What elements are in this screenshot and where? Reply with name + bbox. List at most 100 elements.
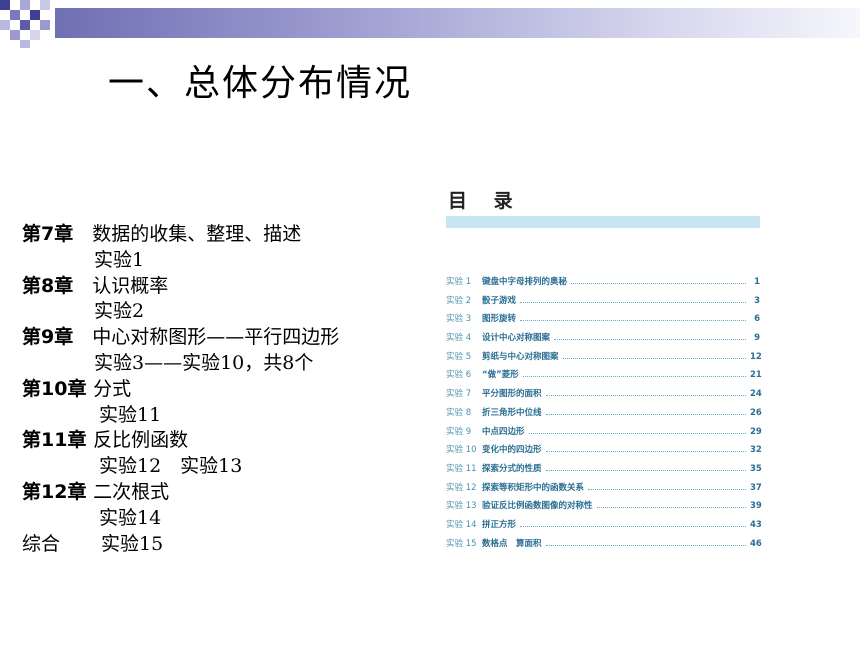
leader-dots <box>545 408 746 415</box>
leader-dots <box>545 464 746 471</box>
entry-number: 实验 14 <box>446 519 477 530</box>
entry-page: 6 <box>754 314 760 325</box>
contents-entry: 实验 12 探索等积矩形中的函数关系 37 <box>446 479 762 498</box>
entry-page: 21 <box>750 370 762 381</box>
chapter-line: 第9章 中心对称图形——平行四边形 <box>22 325 339 351</box>
banner-square <box>40 0 50 10</box>
contents-entry: 实验 4 设计中心对称图案 9 <box>446 329 760 348</box>
entry-page: 3 <box>754 295 760 306</box>
banner-square <box>30 10 40 20</box>
entry-page: 26 <box>750 407 762 418</box>
entry-page: 46 <box>750 538 762 549</box>
entry-number: 实验 3 <box>446 314 472 325</box>
entry-number: 实验 6 <box>446 370 472 381</box>
entry-number: 实验 10 <box>446 445 477 456</box>
leader-dots <box>554 333 746 341</box>
entry-page: 24 <box>750 389 762 400</box>
summary-line: 综合 实验15 <box>22 532 339 558</box>
contents-entry: 实验 13 验证反比例函数图像的对称性 39 <box>446 497 762 516</box>
banner-square <box>0 0 10 10</box>
entry-page: 37 <box>750 482 762 493</box>
contents-header-bar <box>446 216 760 228</box>
leader-dots <box>588 483 746 490</box>
entry-name: 数格点 算面积 <box>482 538 542 549</box>
chapter-number: 第7章 <box>22 223 74 245</box>
chapter-line: 第10章 分式 <box>22 377 339 403</box>
contents-entry: 实验 1 键盘中字母排列的奥秘 1 <box>446 273 760 292</box>
chapter-list: 第7章 数据的收集、整理、描述 实验1 第8章 认识概率 实验2 第9章 中心对… <box>22 222 339 557</box>
banner-gradient-strip <box>55 8 860 38</box>
slide-title: 一、总体分布情况 <box>108 63 413 104</box>
chapter-experiments: 实验2 <box>94 300 145 323</box>
chapter-number: 第12章 <box>22 480 87 503</box>
banner-square <box>20 0 30 10</box>
contents-image: 目 录 实验 1 键盘中字母排列的奥秘 1 实验 2 骰子游戏 3 实验 3 图形旋转 6 … <box>446 186 762 556</box>
leader-dots <box>520 296 746 303</box>
banner-square <box>10 10 20 20</box>
entry-name: 探索分式的性质 <box>482 463 542 474</box>
entry-number: 实验 5 <box>446 351 472 362</box>
entry-number: 实验 13 <box>446 501 477 512</box>
entry-number: 实验 12 <box>446 482 477 493</box>
entry-page: 1 <box>754 277 760 287</box>
chapter-experiments: 实验11 <box>99 403 162 426</box>
entry-name: 图形旋转 <box>482 314 517 325</box>
chapter-number: 第8章 <box>22 274 74 297</box>
entry-name: 验证反比例函数图像的对称性 <box>482 501 593 512</box>
entry-name: 中点四边形 <box>482 426 525 437</box>
contents-entry: 实验 9 中点四边形 29 <box>446 423 762 442</box>
leader-dots <box>522 370 746 378</box>
contents-heading: 目 录 <box>448 190 523 212</box>
entry-page: 32 <box>750 445 762 456</box>
entry-name: 设计中心对称图案 <box>482 333 551 344</box>
entry-page: 12 <box>750 351 762 362</box>
contents-entry: 实验 8 折三角形中位线 26 <box>446 404 762 423</box>
entry-page: 39 <box>750 501 762 512</box>
contents-entry: 实验 11 探索分式的性质 35 <box>446 460 762 479</box>
entry-name: 探索等积矩形中的函数关系 <box>482 482 585 493</box>
chapter-title: 认识概率 <box>92 274 169 297</box>
leader-dots <box>545 389 746 397</box>
leader-dots <box>545 445 746 453</box>
entry-number: 实验 7 <box>446 389 472 400</box>
contents-entry: 实验 10 变化中的四边形 32 <box>446 441 762 460</box>
chapter-title: 二次根式 <box>93 480 170 503</box>
leader-dots <box>528 427 746 434</box>
contents-entry: 实验 5 剪纸与中心对称图案 12 <box>446 348 762 367</box>
leader-dots <box>562 352 746 359</box>
title-banner <box>0 0 860 48</box>
contents-entry: 实验 2 骰子游戏 3 <box>446 292 760 311</box>
entry-page: 9 <box>754 333 760 344</box>
banner-square <box>10 30 20 40</box>
chapter-experiments: 实验1 <box>94 248 145 271</box>
contents-list: 实验 1 键盘中字母排列的奥秘 1 实验 2 骰子游戏 3 实验 3 图形旋转 6 实验 4… <box>446 273 762 554</box>
entry-name: 折三角形中位线 <box>482 407 542 418</box>
entry-name: 骰子游戏 <box>482 295 517 306</box>
entry-name: 拼正方形 <box>482 519 517 530</box>
entry-name: 键盘中字母排列的奥秘 <box>482 277 568 287</box>
leader-dots <box>571 277 746 284</box>
chapter-number: 第11章 <box>22 429 87 452</box>
chapter-line: 第7章 数据的收集、整理、描述 <box>22 222 339 248</box>
leader-dots <box>520 314 746 322</box>
entry-name: 剪纸与中心对称图案 <box>482 351 559 362</box>
entry-number: 实验 9 <box>446 426 472 437</box>
entry-number: 实验 2 <box>446 295 472 306</box>
entry-page: 29 <box>750 426 762 437</box>
contents-entry: 实验 6 “做”菱形 21 <box>446 366 762 385</box>
entry-number: 实验 1 <box>446 277 472 287</box>
banner-square <box>0 20 10 30</box>
entry-number: 实验 11 <box>446 463 477 474</box>
entry-name: “做”菱形 <box>482 370 519 381</box>
leader-dots <box>545 539 746 546</box>
chapter-line: 第11章 反比例函数 <box>22 428 339 454</box>
entry-number: 实验 8 <box>446 407 472 418</box>
entry-number: 实验 4 <box>446 333 472 344</box>
entry-name: 变化中的四边形 <box>482 445 542 456</box>
contents-entry: 实验 15 数格点 算面积 46 <box>446 535 762 554</box>
chapter-title: 分式 <box>93 377 132 400</box>
banner-square <box>20 40 30 48</box>
chapter-line: 第8章 认识概率 <box>22 274 339 300</box>
chapter-line: 第12章 二次根式 <box>22 480 339 506</box>
chapter-number: 第9章 <box>22 326 74 349</box>
